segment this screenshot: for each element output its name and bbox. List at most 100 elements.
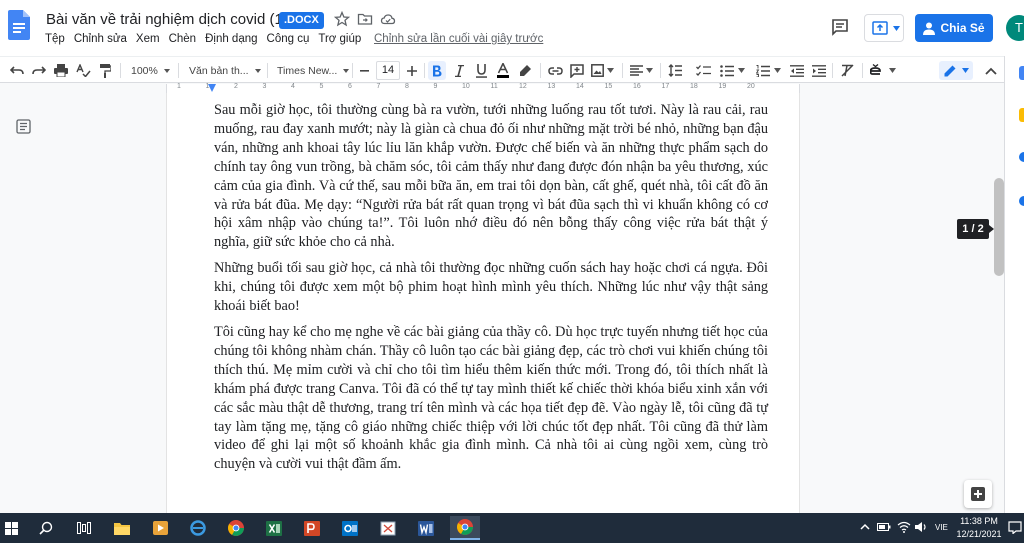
document-body[interactable]: Sau mỗi giờ học, tôi thường cùng bà ra v… <box>214 101 768 481</box>
cloud-status-icon[interactable] <box>380 11 396 27</box>
font-select[interactable]: Times New... <box>277 61 349 80</box>
menu-edit[interactable]: Chỉnh sửa <box>74 33 127 45</box>
share-button[interactable]: Chia Sẻ <box>915 14 993 42</box>
menu-help[interactable]: Trợ giúp <box>318 33 361 45</box>
ruler-number: 7 <box>376 83 381 90</box>
ruler-number: 8 <box>405 83 409 90</box>
ruler-number: 12 <box>519 83 527 90</box>
italic-button[interactable] <box>450 61 468 80</box>
star-icon[interactable] <box>334 11 350 27</box>
docs-logo-icon[interactable] <box>8 10 30 40</box>
editing-mode-button[interactable] <box>939 61 973 80</box>
input-tools-button[interactable] <box>868 61 898 80</box>
word-button[interactable] <box>414 516 438 540</box>
menu-insert[interactable]: Chèn <box>169 33 197 45</box>
ruler-number: 19 <box>718 83 727 90</box>
wifi-icon[interactable] <box>897 521 911 533</box>
insert-image-button[interactable] <box>590 61 614 80</box>
notifications-icon[interactable] <box>1008 521 1022 534</box>
menu-tools[interactable]: Công cụ <box>267 33 310 45</box>
chrome-icon <box>228 520 244 536</box>
document-outline-icon[interactable] <box>16 119 31 134</box>
present-button[interactable] <box>864 14 904 42</box>
highlight-button[interactable] <box>516 61 534 80</box>
bold-button[interactable] <box>428 61 446 80</box>
explore-button[interactable] <box>964 480 992 508</box>
clear-formatting-icon <box>840 64 854 77</box>
paragraph[interactable]: Tôi cũng hay kể cho mẹ nghe về các bài g… <box>214 323 768 474</box>
numbered-list-button[interactable] <box>754 61 782 80</box>
redo-button[interactable] <box>30 61 48 80</box>
battery-icon[interactable] <box>877 522 891 532</box>
undo-button[interactable] <box>8 61 26 80</box>
zoom-select[interactable]: 100% <box>131 61 170 80</box>
clock-time[interactable]: 11:38 PM <box>956 516 1002 526</box>
chrome-button[interactable] <box>224 516 248 540</box>
minus-icon <box>359 69 369 72</box>
paragraph[interactable]: Những buổi tối sau giờ học, cả nhà tôi t… <box>214 259 768 316</box>
show-hidden-icons-icon[interactable] <box>860 523 870 530</box>
document-title[interactable]: Bài văn về trải nghiệm dịch covid (1) <box>46 11 288 28</box>
ruler-number: 9 <box>433 83 438 90</box>
powerpoint-button[interactable] <box>300 516 324 540</box>
task-view-button[interactable] <box>72 516 96 540</box>
edge-button[interactable] <box>186 516 210 540</box>
document-page[interactable]: Sau mỗi giờ học, tôi thường cùng bà ra v… <box>166 93 800 513</box>
style-select[interactable]: Văn bản th... <box>189 61 261 80</box>
chrome-active-button[interactable] <box>450 516 480 540</box>
volume-icon[interactable] <box>914 521 928 533</box>
excel-button[interactable] <box>262 516 286 540</box>
increase-indent-icon <box>812 64 826 77</box>
text-color-button[interactable] <box>494 61 512 80</box>
outlook-button[interactable] <box>338 516 362 540</box>
decrease-indent-button[interactable] <box>788 61 806 80</box>
toolbar-divider <box>352 63 353 78</box>
toolbar-divider <box>622 63 623 78</box>
snipping-tool-icon <box>380 521 396 535</box>
insert-link-button[interactable] <box>546 61 564 80</box>
clock-date[interactable]: 12/21/2021 <box>956 529 1002 539</box>
file-explorer-button[interactable] <box>110 516 134 540</box>
avatar[interactable]: T <box>1006 15 1024 41</box>
snipping-tool-button[interactable] <box>376 516 400 540</box>
menu-format[interactable]: Định dạng <box>205 33 257 45</box>
comments-icon[interactable] <box>831 18 849 36</box>
increase-font-size-button[interactable] <box>404 61 420 80</box>
last-edit-link[interactable]: Chỉnh sửa lần cuối vài giây trước <box>374 33 543 45</box>
media-player-button[interactable] <box>148 516 172 540</box>
search-button[interactable] <box>34 516 58 540</box>
tasks-icon[interactable] <box>1019 152 1024 162</box>
print-button[interactable] <box>52 61 70 80</box>
word-icon <box>418 520 434 536</box>
paint-format-button[interactable] <box>96 61 114 80</box>
ruler-track[interactable]: 1 1 2 3 4 5 6 7 8 9 10 11 12 13 14 15 16 17 18 19 20 <box>166 83 800 93</box>
menu-view[interactable]: Xem <box>136 33 160 45</box>
keep-icon[interactable] <box>1019 108 1024 122</box>
hide-menus-button[interactable] <box>982 61 1000 80</box>
bulleted-list-button[interactable] <box>718 61 746 80</box>
add-comment-button[interactable] <box>568 61 586 80</box>
move-folder-icon[interactable] <box>357 11 373 27</box>
underline-button[interactable] <box>472 61 490 80</box>
chevron-down-icon <box>961 68 969 73</box>
language-indicator[interactable]: VIE <box>935 523 948 532</box>
start-button[interactable] <box>0 516 22 540</box>
font-size-input[interactable]: 14 <box>376 61 400 80</box>
spellcheck-button[interactable] <box>74 61 92 80</box>
menu-file[interactable]: Tệp <box>45 33 65 45</box>
toolbar-divider <box>178 63 179 78</box>
checklist-button[interactable] <box>694 61 712 80</box>
ruler-number: 15 <box>604 83 613 90</box>
decrease-font-size-button[interactable] <box>356 61 372 80</box>
line-spacing-button[interactable] <box>666 61 684 80</box>
ruler-number: 2 <box>234 83 238 90</box>
clear-formatting-button[interactable] <box>838 61 856 80</box>
toolbar-divider <box>424 63 425 78</box>
align-button[interactable] <box>628 61 654 80</box>
scrollbar-thumb[interactable] <box>994 178 1004 276</box>
calendar-icon[interactable] <box>1019 66 1024 80</box>
contacts-icon[interactable] <box>1019 196 1024 206</box>
align-left-icon <box>629 65 643 76</box>
paragraph[interactable]: Sau mỗi giờ học, tôi thường cùng bà ra v… <box>214 101 768 252</box>
increase-indent-button[interactable] <box>810 61 828 80</box>
